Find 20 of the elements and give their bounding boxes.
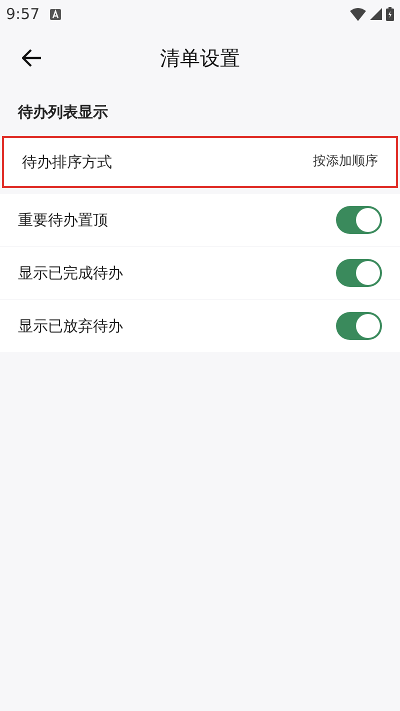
toggle-switch[interactable]: [336, 312, 382, 340]
toggle-switch[interactable]: [336, 259, 382, 287]
settings-row[interactable]: 显示已完成待办: [0, 247, 400, 299]
battery-icon: [386, 7, 394, 21]
settings-row[interactable]: 待办排序方式 按添加顺序: [2, 136, 398, 188]
toggle-switch[interactable]: [336, 206, 382, 234]
back-arrow-icon: [22, 49, 42, 67]
notification-icon: [50, 8, 61, 20]
row-label: 显示已放弃待办: [18, 316, 123, 337]
status-time: 9:57: [6, 4, 40, 25]
row-label: 显示已完成待办: [18, 262, 123, 284]
section-title: 待办列表显示: [18, 102, 108, 123]
settings-row[interactable]: 显示已放弃待办: [0, 300, 400, 352]
settings-row[interactable]: 重要待办置顶: [0, 194, 400, 246]
signal-icon: [370, 8, 382, 20]
row-label: 重要待办置顶: [18, 210, 108, 231]
row-value: 按添加顺序: [313, 153, 378, 172]
page-title: 清单设置: [160, 45, 240, 72]
row-label: 待办排序方式: [22, 152, 112, 173]
wifi-icon: [350, 8, 366, 20]
